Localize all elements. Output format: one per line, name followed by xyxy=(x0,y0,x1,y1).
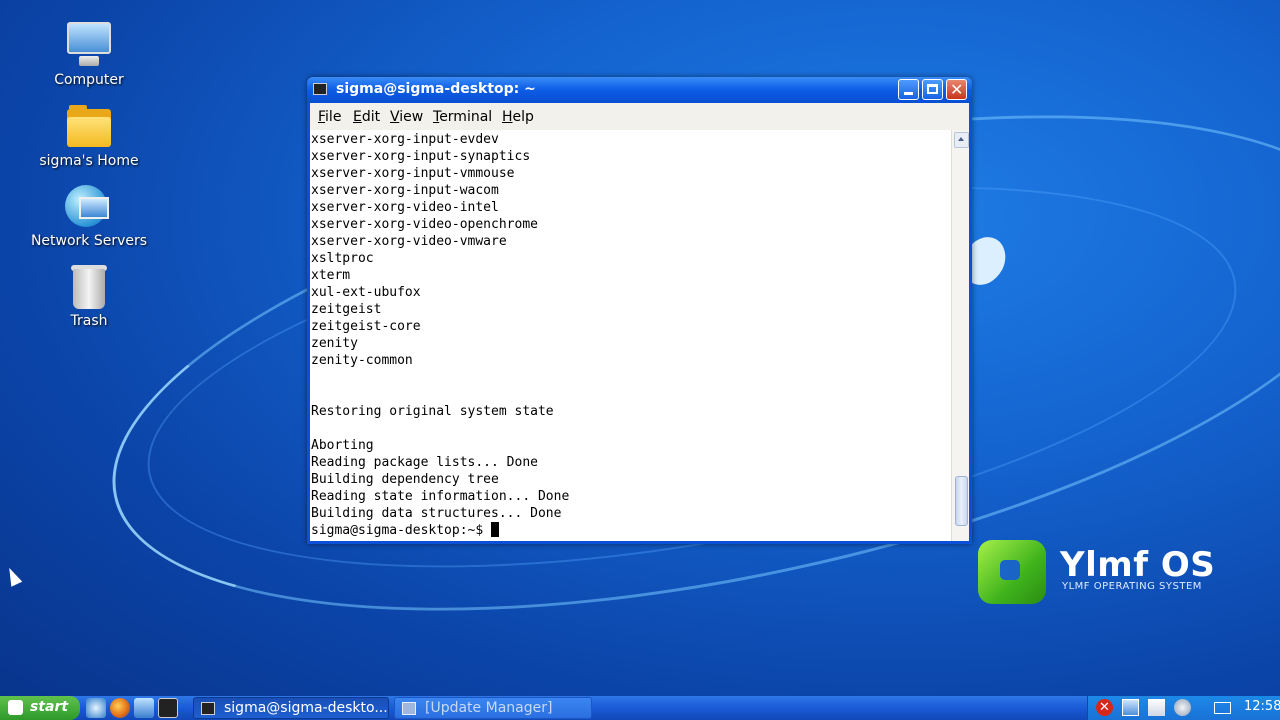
ylmf-logo-mark xyxy=(978,540,1046,604)
network-status-icon[interactable] xyxy=(1122,699,1139,716)
menu-view[interactable]: View xyxy=(390,109,423,125)
minimize-icon xyxy=(904,92,913,95)
terminal-line: xserver-xorg-input-evdev xyxy=(311,132,499,147)
scroll-thumb[interactable] xyxy=(955,476,968,526)
terminal-line: xserver-xorg-video-openchrome xyxy=(311,217,538,232)
update-manager-icon xyxy=(402,702,416,715)
minimize-button[interactable] xyxy=(898,79,919,100)
terminal-icon xyxy=(313,83,327,95)
keyring-icon[interactable] xyxy=(1174,699,1191,716)
desktop-icon-label: Trash xyxy=(70,313,108,329)
mouse-pointer-icon xyxy=(3,565,23,587)
terminal-line: zenity xyxy=(311,336,358,351)
computer-icon xyxy=(65,22,113,70)
maximize-icon xyxy=(927,84,938,94)
terminal-window: sigma@sigma-desktop: ~ ✕ File Edit View … xyxy=(307,77,972,544)
terminal-line: zeitgeist-core xyxy=(311,319,421,334)
vertical-scrollbar[interactable] xyxy=(951,130,969,541)
terminal-line: Reading package lists... Done xyxy=(311,455,538,470)
taskbar-item-label: sigma@sigma-deskto... xyxy=(224,700,388,716)
firefox-icon[interactable] xyxy=(110,698,130,718)
terminal-line: Restoring original system state xyxy=(311,404,554,419)
start-button[interactable]: start xyxy=(0,696,80,720)
show-desktop-icon[interactable] xyxy=(134,698,154,718)
trash-icon xyxy=(65,263,113,311)
window-titlebar[interactable]: sigma@sigma-desktop: ~ ✕ xyxy=(307,77,972,103)
terminal-line: xul-ext-ubufox xyxy=(311,285,421,300)
system-tray: ✕ 12:58 xyxy=(1087,696,1280,720)
network-icon xyxy=(65,183,113,231)
terminal-prompt: sigma@sigma-desktop:~$ xyxy=(311,523,492,538)
terminal-launcher-icon[interactable] xyxy=(158,698,178,718)
terminal-icon xyxy=(201,702,215,715)
menu-terminal[interactable]: Terminal xyxy=(433,109,492,125)
menu-edit[interactable]: Edit xyxy=(353,109,380,125)
terminal-line: Building data structures... Done xyxy=(311,506,562,521)
taskbar-item-update-manager[interactable]: [Update Manager] xyxy=(394,697,592,719)
desktop-icon-label: Computer xyxy=(54,72,124,88)
desktop-icon-computer[interactable]: Computer xyxy=(29,22,149,88)
terminal-line: xserver-xorg-input-vmmouse xyxy=(311,166,515,181)
error-notification-icon[interactable]: ✕ xyxy=(1096,699,1113,716)
desktop-icon-label: sigma's Home xyxy=(39,153,139,169)
menu-help[interactable]: Help xyxy=(502,109,534,125)
terminal-line: xserver-xorg-video-vmware xyxy=(311,234,507,249)
window-title: sigma@sigma-desktop: ~ xyxy=(336,81,536,97)
taskbar: start sigma@sigma-deskto... [Update Mana… xyxy=(0,696,1280,720)
desktop-icon-home[interactable]: sigma's Home xyxy=(29,103,149,169)
menu-file[interactable]: File xyxy=(318,109,341,125)
menubar: File Edit View Terminal Help xyxy=(310,103,969,131)
desktop-icon-trash[interactable]: Trash xyxy=(29,263,149,329)
maximize-button[interactable] xyxy=(922,79,943,100)
terminal-line: zeitgeist xyxy=(311,302,382,317)
desktop-icon-network-servers[interactable]: Network Servers xyxy=(29,183,149,249)
clock[interactable]: 12:58 xyxy=(1244,699,1280,714)
terminal-prompt-line[interactable]: sigma@sigma-desktop:~$ xyxy=(311,522,500,539)
terminal-line: xserver-xorg-input-synaptics xyxy=(311,149,531,164)
mail-icon[interactable] xyxy=(1214,702,1231,714)
display-icon[interactable] xyxy=(1148,699,1165,716)
desktop-icon-label: Network Servers xyxy=(30,233,148,249)
close-button[interactable]: ✕ xyxy=(946,79,967,100)
folder-icon xyxy=(65,103,113,151)
terminal-line: Building dependency tree xyxy=(311,472,499,487)
close-icon: ✕ xyxy=(950,80,964,99)
browser-launcher-icon[interactable] xyxy=(86,698,106,718)
logo-text: Ylmf OS xyxy=(1060,545,1216,585)
terminal-line: xserver-xorg-video-intel xyxy=(311,200,499,215)
terminal-line: zenity-common xyxy=(311,353,413,368)
terminal-output[interactable]: xserver-xorg-input-evdev xserver-xorg-in… xyxy=(310,130,969,541)
scroll-up-arrow-icon[interactable] xyxy=(954,132,969,148)
taskbar-item-terminal[interactable]: sigma@sigma-deskto... xyxy=(193,697,389,719)
terminal-line: Reading state information... Done xyxy=(311,489,570,504)
text-cursor xyxy=(491,522,500,537)
taskbar-item-label: [Update Manager] xyxy=(425,700,553,716)
start-logo-icon xyxy=(8,700,23,715)
logo-subtitle: YLMF OPERATING SYSTEM xyxy=(1062,581,1202,592)
terminal-line: xserver-xorg-input-wacom xyxy=(311,183,499,198)
terminal-line: xsltproc xyxy=(311,251,374,266)
start-label: start xyxy=(30,699,69,715)
terminal-line: xterm xyxy=(311,268,351,283)
terminal-line: Aborting xyxy=(311,438,374,453)
